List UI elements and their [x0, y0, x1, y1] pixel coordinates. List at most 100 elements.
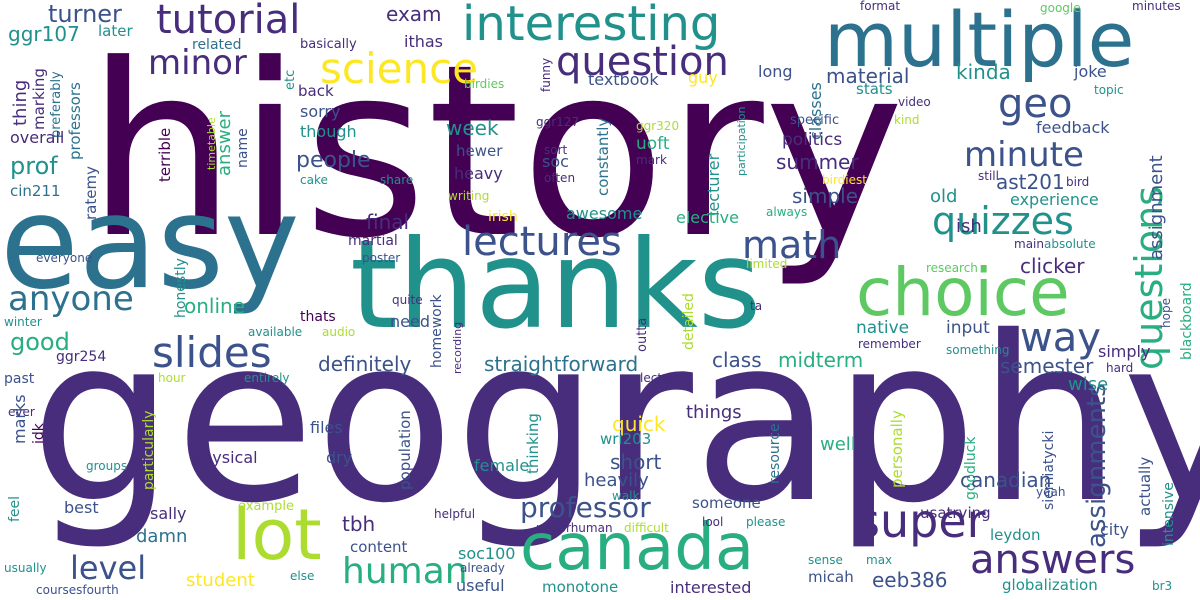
- word-usatrying: usatrying: [920, 504, 991, 522]
- word-exam: exam: [386, 2, 442, 26]
- word-cloud: history geography easy thanks multiple c…: [0, 0, 1200, 600]
- word-content: content: [350, 538, 408, 556]
- word-hewer: hewer: [456, 142, 503, 160]
- word-bird: bird: [1066, 175, 1090, 189]
- word-research: research: [926, 261, 978, 275]
- word-please: please: [746, 515, 786, 529]
- word-files: files: [310, 418, 343, 437]
- word-clicker: clicker: [1020, 254, 1085, 278]
- word-science: science: [320, 44, 479, 93]
- word-format: format: [860, 0, 901, 13]
- word-professors: professors: [66, 82, 84, 160]
- word-absolute: absolute: [1044, 237, 1096, 251]
- word-awesome: awesome: [566, 204, 643, 223]
- word-else: else: [290, 569, 315, 583]
- word-lectures: lectures: [462, 219, 622, 265]
- word-ish: ish: [956, 216, 982, 237]
- word-best: best: [64, 498, 99, 517]
- word-lecturer: lecturer: [704, 153, 723, 216]
- word-ratemy: ratemy: [82, 166, 100, 220]
- word-textbook: textbook: [588, 70, 659, 89]
- word-available: available: [248, 325, 303, 339]
- word-tutorial: tutorial: [156, 0, 301, 43]
- word-difficult: difficult: [624, 521, 669, 535]
- word-simply: simply: [1098, 342, 1151, 361]
- word-physical: physical: [192, 448, 258, 467]
- word-heavy: heavy: [454, 164, 503, 183]
- word-stats: stats: [856, 80, 893, 98]
- word-topic: topic: [1094, 83, 1124, 97]
- word-quite: quite: [392, 293, 423, 307]
- word-definitely: definitely: [318, 352, 412, 376]
- word-summer: summer: [776, 150, 859, 174]
- word-though: though: [300, 122, 357, 141]
- word-personally: personally: [888, 410, 906, 488]
- word-lecture: lecture: [640, 371, 682, 385]
- word-week: week: [446, 116, 499, 140]
- word-marking: marking: [30, 68, 48, 130]
- word-straightforward: straightforward: [484, 352, 639, 376]
- word-online: online: [184, 294, 246, 318]
- word-marks: marks: [10, 394, 29, 444]
- word-need: need: [390, 312, 430, 331]
- word-female: female: [474, 456, 530, 475]
- word-micah: micah: [808, 568, 854, 586]
- word-walk: walk: [612, 489, 640, 503]
- word-still: still: [978, 169, 999, 183]
- word-idk: idk: [31, 423, 47, 444]
- word-guy: guy: [688, 68, 718, 87]
- word-overall: overall: [10, 128, 65, 147]
- word-hope: hope: [1159, 298, 1173, 328]
- word-already: already: [460, 561, 505, 575]
- word-eeb386: eeb386: [872, 568, 948, 592]
- word-remember: remember: [858, 337, 921, 351]
- word-martial: martial: [348, 233, 398, 249]
- word-people: people: [296, 148, 371, 173]
- word-native: native: [856, 318, 910, 338]
- word-share: share: [380, 173, 414, 187]
- word-mark: mark: [636, 153, 667, 167]
- word-sorry: sorry: [300, 102, 341, 121]
- word-ta: ta: [750, 299, 763, 313]
- word-main: main: [1014, 237, 1044, 251]
- word-constantly: constantly: [594, 117, 612, 196]
- word-globalization: globalization: [1002, 576, 1098, 594]
- word-detailed: detailed: [681, 293, 697, 350]
- word-sense: sense: [808, 553, 843, 567]
- word-cin211: cin211: [10, 182, 61, 200]
- word-audio: audio: [322, 325, 356, 339]
- word-thats: thats: [300, 309, 336, 325]
- word-ggr107: ggr107: [8, 22, 80, 46]
- word-hour: hour: [158, 371, 186, 385]
- word-groups: groups: [86, 459, 128, 473]
- word-timetable: timetable: [205, 117, 218, 170]
- word-ggr320: ggr320: [636, 119, 680, 133]
- word-back: back: [298, 82, 334, 100]
- word-actually: actually: [1136, 456, 1154, 516]
- word-coursesfourth: coursesfourth: [36, 583, 119, 597]
- word-monotone: monotone: [542, 578, 619, 596]
- word-past: past: [4, 371, 35, 387]
- word-thing: thing: [10, 79, 31, 126]
- word-politics: politics: [782, 130, 843, 150]
- word-lool: lool: [702, 515, 724, 529]
- word-interested: interested: [670, 578, 752, 597]
- word-wise: wise: [1068, 374, 1109, 395]
- word-short: short: [610, 450, 662, 474]
- word-funny: funny: [539, 57, 553, 92]
- word-student: student: [186, 570, 255, 591]
- word-dry: dry: [326, 448, 353, 467]
- word-uoft: uoft: [636, 134, 670, 154]
- word-assignment: assignment: [1146, 155, 1167, 260]
- word-particularly: particularly: [141, 410, 157, 490]
- word-someone: someone: [692, 494, 761, 512]
- word-experience: experience: [1010, 190, 1099, 209]
- word-google: google: [1040, 1, 1081, 15]
- word-intensive: intensive: [1161, 482, 1177, 546]
- word-hard: hard: [1106, 361, 1134, 375]
- word-burn: burn: [754, 377, 782, 391]
- word-old: old: [930, 186, 958, 207]
- word-ast201: ast201: [996, 170, 1065, 194]
- word-human: human: [342, 551, 468, 592]
- word-well: well: [820, 434, 856, 455]
